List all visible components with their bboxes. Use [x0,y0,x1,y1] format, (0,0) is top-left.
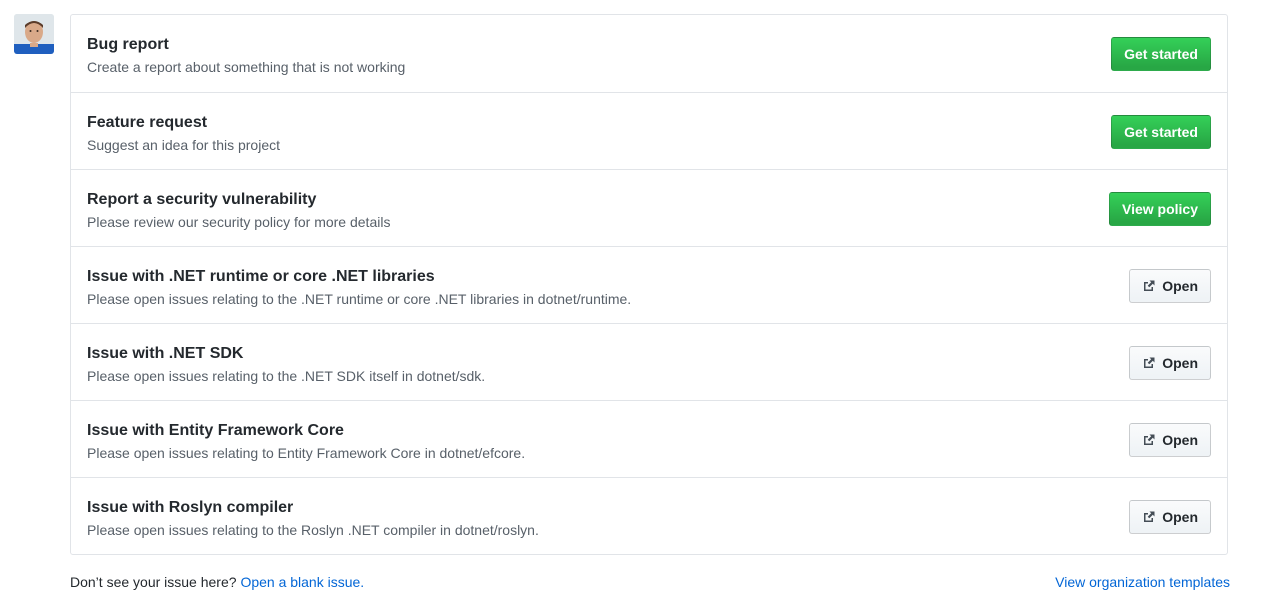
template-description: Please open issues relating to the .NET … [87,368,486,384]
button-label: View policy [1122,201,1198,217]
open-external-button[interactable]: Open [1129,346,1211,380]
avatar-image [14,14,54,54]
button-label: Get started [1124,46,1198,62]
button-label: Open [1162,509,1198,525]
link-external-icon [1144,434,1155,445]
get-started-button[interactable]: Get started [1111,37,1211,71]
button-label: Open [1162,355,1198,371]
get-started-button[interactable]: Get started [1111,115,1211,149]
template-row: Issue with Entity Framework Core Please o… [71,400,1227,477]
template-title: Issue with Entity Framework Core [87,422,344,439]
view-policy-button[interactable]: View policy [1109,192,1211,226]
open-external-button[interactable]: Open [1129,500,1211,534]
button-label: Get started [1124,124,1198,140]
issue-template-list: Bug report Create a report about somethin… [70,14,1228,555]
template-title: Issue with Roslyn compiler [87,499,294,516]
template-description: Suggest an idea for this project [87,137,281,153]
link-external-icon [1144,280,1155,291]
open-external-button[interactable]: Open [1129,269,1211,303]
template-row: Feature request Suggest an idea for this … [71,92,1227,169]
footer-blank-issue: Don’t see your issue here? Open a blank … [70,574,364,590]
button-label: Open [1162,278,1198,294]
template-description: Please open issues relating to the Rosly… [87,522,539,538]
link-external-icon [1144,357,1155,368]
template-title: Feature request [87,114,208,131]
template-description: Please open issues relating to the .NET … [87,291,632,307]
template-title: Report a security vulnerability [87,191,317,208]
template-title: Issue with .NET SDK [87,345,244,362]
template-title: Issue with .NET runtime or core .NET lib… [87,268,435,285]
template-row: Issue with .NET runtime or core .NET lib… [71,246,1227,323]
template-row: Issue with .NET SDK Please open issues re… [71,323,1227,400]
link-external-icon [1144,511,1155,522]
open-external-button[interactable]: Open [1129,423,1211,457]
template-description: Please review our security policy for mo… [87,214,391,230]
template-description: Please open issues relating to Entity Fr… [87,445,526,461]
template-row: Report a security vulnerability Please re… [71,169,1227,246]
template-row: Issue with Roslyn compiler Please open is… [71,477,1227,554]
open-blank-issue-link[interactable]: Open a blank issue. [240,574,364,590]
template-description: Create a report about something that is … [87,59,406,75]
view-organization-templates-link[interactable]: View organization templates [1055,574,1230,590]
template-row: Bug report Create a report about somethin… [71,15,1227,92]
button-label: Open [1162,432,1198,448]
avatar[interactable] [14,14,54,54]
template-title: Bug report [87,36,169,53]
footer-prompt: Don’t see your issue here? [70,574,237,590]
